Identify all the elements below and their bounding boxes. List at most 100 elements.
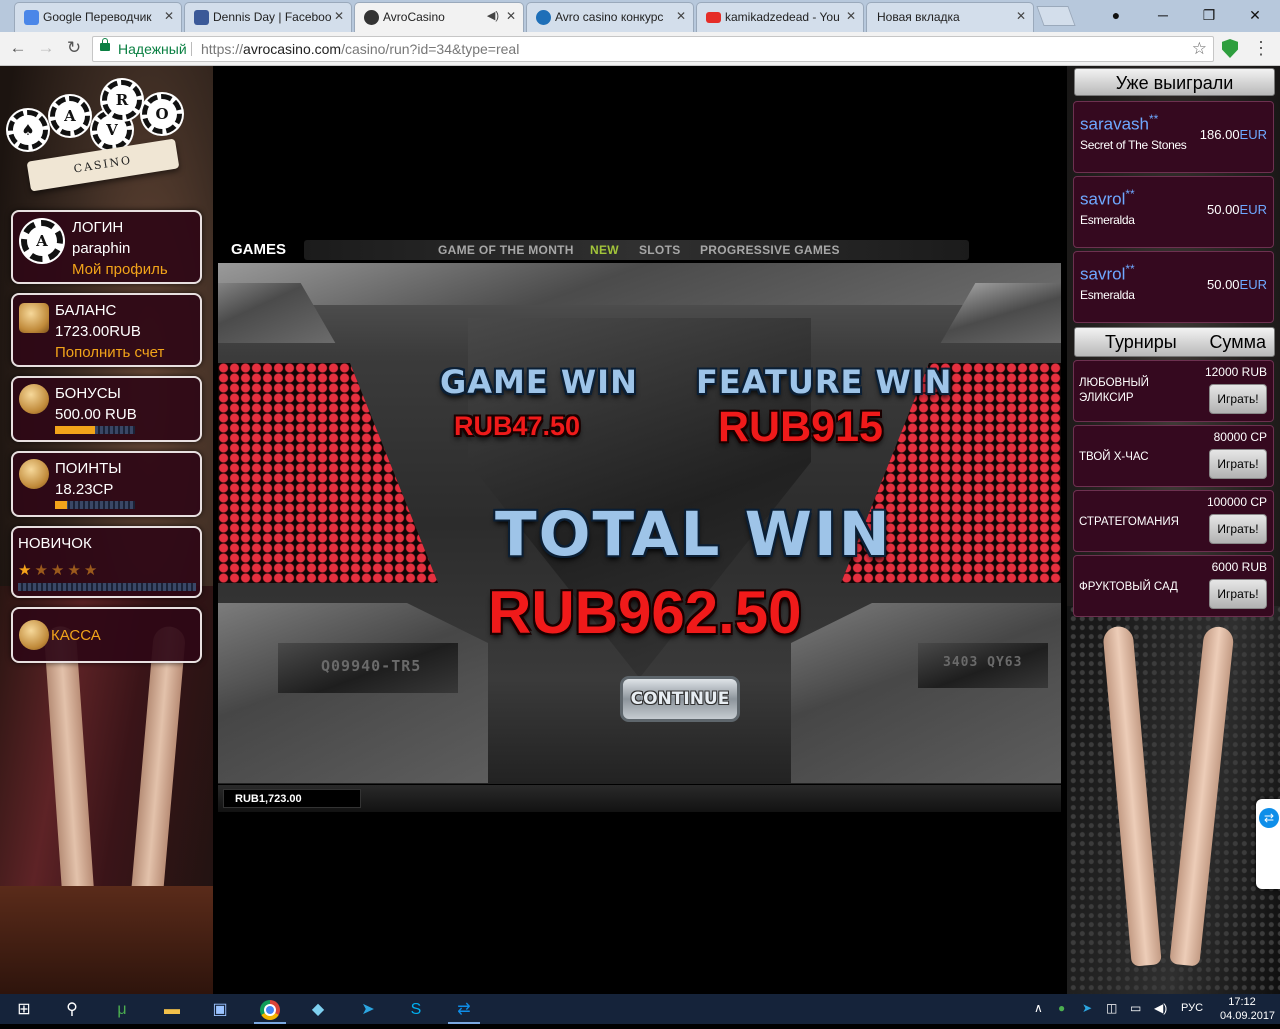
avatar: A — [21, 220, 63, 262]
tab-avrocasino[interactable]: AvroCasino ◀) ✕ — [354, 2, 524, 32]
minimize-button[interactable]: ─ — [1140, 0, 1186, 30]
page-content: ♠ A V R O CASINO A ЛОГИН paraphin Мой пр… — [0, 66, 1280, 994]
winner-game: Esmeralda — [1080, 213, 1135, 227]
coins-icon — [19, 459, 49, 489]
hex-panel-left — [218, 363, 438, 583]
tab-google-translate[interactable]: Google Переводчик ✕ — [14, 2, 182, 32]
winners-header: Уже выиграли — [1074, 68, 1275, 96]
play-button[interactable]: Играть! — [1209, 579, 1267, 609]
skype-icon[interactable]: S — [396, 997, 436, 1023]
winner-amount: 50.00EUR — [1207, 202, 1267, 217]
tab-progressive-games[interactable]: PROGRESSIVE GAMES — [700, 243, 840, 257]
browser-toolbar: ← → ↻ Надежный https://avrocasino.com/ca… — [0, 32, 1280, 66]
rank-stars: ★★★★★ — [18, 561, 100, 579]
tray-app-icon[interactable]: ◫ — [1106, 1001, 1117, 1015]
winner-item[interactable]: savrol** Esmeralda 50.00EUR — [1073, 251, 1274, 323]
login-label: ЛОГИН — [72, 219, 124, 236]
address-bar[interactable]: Надежный https://avrocasino.com/casino/r… — [92, 36, 1214, 62]
tab-game-of-the-month[interactable]: GAME OF THE MONTH — [438, 243, 574, 257]
reload-icon[interactable]: ↻ — [62, 36, 86, 60]
points-card[interactable]: ПОИНТЫ 18.23CP — [11, 451, 202, 517]
user-profile-icon[interactable]: ● — [1093, 0, 1139, 30]
game-win-value: RUB47.50 — [454, 411, 581, 441]
tab-avro-contest[interactable]: Avro casino конкурс ✕ — [526, 2, 694, 32]
tab-facebook[interactable]: Dennis Day | Faceboo ✕ — [184, 2, 352, 32]
tab-youtube[interactable]: kamikadzedead - You ✕ — [696, 2, 864, 32]
bookmark-star-icon[interactable]: ☆ — [1192, 37, 1207, 61]
rank-card[interactable]: НОВИЧОК ★★★★★ — [11, 526, 202, 598]
maximize-button[interactable]: ❐ — [1186, 0, 1232, 30]
topup-link[interactable]: Пополнить счет — [55, 344, 164, 361]
winner-item[interactable]: saravash** Secret of The Stones 186.00EU… — [1073, 101, 1274, 173]
rank-label: НОВИЧОК — [18, 535, 92, 552]
login-card: A ЛОГИН paraphin Мой профиль — [11, 210, 202, 284]
tray-telegram-icon[interactable]: ➤ — [1082, 1001, 1092, 1015]
close-window-button[interactable]: ✕ — [1232, 0, 1278, 30]
tray-chevron-icon[interactable]: ∧ — [1034, 1001, 1043, 1015]
windows-taskbar: ⊞ ⚲ μ ▬ ▣ ◆ ➤ S ⇄ ∧ ● ➤ ◫ ▭ ◀) РУС 17:12… — [0, 994, 1280, 1024]
new-tab-button[interactable] — [1036, 6, 1076, 26]
tray-display-icon[interactable]: ▭ — [1130, 1001, 1141, 1015]
file-explorer-icon[interactable]: ▬ — [152, 997, 192, 1023]
percent-coin-icon — [19, 384, 49, 414]
game-area: GAMES GAME OF THE MONTH NEW SLOTS PROGRE… — [213, 66, 1067, 994]
tab-title: Dennis Day | Faceboo — [213, 10, 332, 24]
url-text[interactable]: https://avrocasino.com/casino/run?id=34&… — [201, 37, 519, 61]
menu-dots-icon[interactable]: ⋮ — [1252, 38, 1270, 58]
close-icon[interactable]: ✕ — [164, 9, 174, 23]
tournament-name: ЛЮБОВНЫЙ ЭЛИКСИР — [1079, 377, 1149, 404]
tournament-name: ТВОЙ Х-ЧАС — [1079, 451, 1149, 463]
tournament-name: ФРУКТОВЫЙ САД — [1079, 581, 1178, 593]
logo-chip: ♠ — [8, 110, 48, 150]
my-profile-link[interactable]: Мой профиль — [72, 261, 168, 278]
games-nav: GAMES GAME OF THE MONTH NEW SLOTS PROGRE… — [218, 238, 1060, 262]
language-indicator[interactable]: РУС — [1181, 1002, 1203, 1014]
tournaments-header: Турниры Сумма — [1074, 327, 1275, 357]
forward-arrow-icon[interactable]: → — [34, 36, 58, 60]
teamviewer-panel[interactable]: ⇄ — [1256, 799, 1280, 889]
clock[interactable]: 17:12 04.09.2017 — [1220, 995, 1276, 1023]
progress-fill — [55, 426, 95, 434]
close-icon[interactable]: ✕ — [1016, 9, 1026, 23]
bonuses-progress — [55, 426, 135, 434]
tab-new[interactable]: NEW — [590, 243, 619, 257]
avro-casino-logo[interactable]: ♠ A V R O CASINO — [6, 80, 206, 200]
play-button[interactable]: Играть! — [1209, 449, 1267, 479]
search-icon[interactable]: ⚲ — [52, 997, 92, 1023]
windows-start-icon[interactable]: ⊞ — [4, 997, 44, 1023]
back-arrow-icon[interactable]: ← — [6, 36, 30, 60]
lock-icon — [100, 38, 110, 51]
game-status-bar: RUB1,723.00 — [218, 785, 1061, 812]
speaker-icon[interactable]: ◀) — [487, 9, 499, 22]
bonuses-card[interactable]: БОНУСЫ 500.00 RUB — [11, 376, 202, 442]
stencil-text: 3403 QY63 — [943, 655, 1023, 670]
cashier-button[interactable]: КАССА — [11, 607, 202, 663]
app-icon[interactable]: ◆ — [298, 997, 338, 1023]
games-nav-bar — [304, 240, 969, 260]
play-button[interactable]: Играть! — [1209, 384, 1267, 414]
chrome-icon[interactable] — [250, 997, 290, 1024]
tournaments-header-label: Турниры — [1105, 332, 1177, 352]
close-icon[interactable]: ✕ — [676, 9, 686, 23]
winner-item[interactable]: savrol** Esmeralda 50.00EUR — [1073, 176, 1274, 248]
tab-slots[interactable]: SLOTS — [639, 243, 681, 257]
volume-icon[interactable]: ◀) — [1154, 1001, 1167, 1015]
close-icon[interactable]: ✕ — [334, 9, 344, 23]
adblock-shield-icon[interactable] — [1222, 39, 1238, 58]
slot-game-canvas[interactable]: Q09940-TR5 3403 QY63 GAME WIN RUB47.50 F… — [218, 263, 1061, 784]
close-icon[interactable]: ✕ — [506, 9, 516, 23]
continue-button[interactable]: CONTINUE — [620, 676, 740, 722]
tournament-prize: 12000 RUB — [1204, 365, 1267, 379]
telegram-icon[interactable]: ➤ — [348, 997, 388, 1023]
winner-amount: 50.00EUR — [1207, 277, 1267, 292]
rank-progress — [18, 583, 196, 591]
utorrent-icon[interactable]: μ — [102, 997, 142, 1023]
close-icon[interactable]: ✕ — [846, 9, 856, 23]
play-button[interactable]: Играть! — [1209, 514, 1267, 544]
tab-new[interactable]: Новая вкладка ✕ — [866, 2, 1034, 32]
network-computer-icon[interactable]: ▣ — [200, 997, 240, 1023]
bonuses-value: 500.00 RUB — [55, 406, 137, 423]
teamviewer-taskbar-icon[interactable]: ⇄ — [444, 997, 484, 1024]
tray-app-icon[interactable]: ● — [1058, 1001, 1065, 1015]
date: 04.09.2017 — [1220, 1010, 1276, 1022]
